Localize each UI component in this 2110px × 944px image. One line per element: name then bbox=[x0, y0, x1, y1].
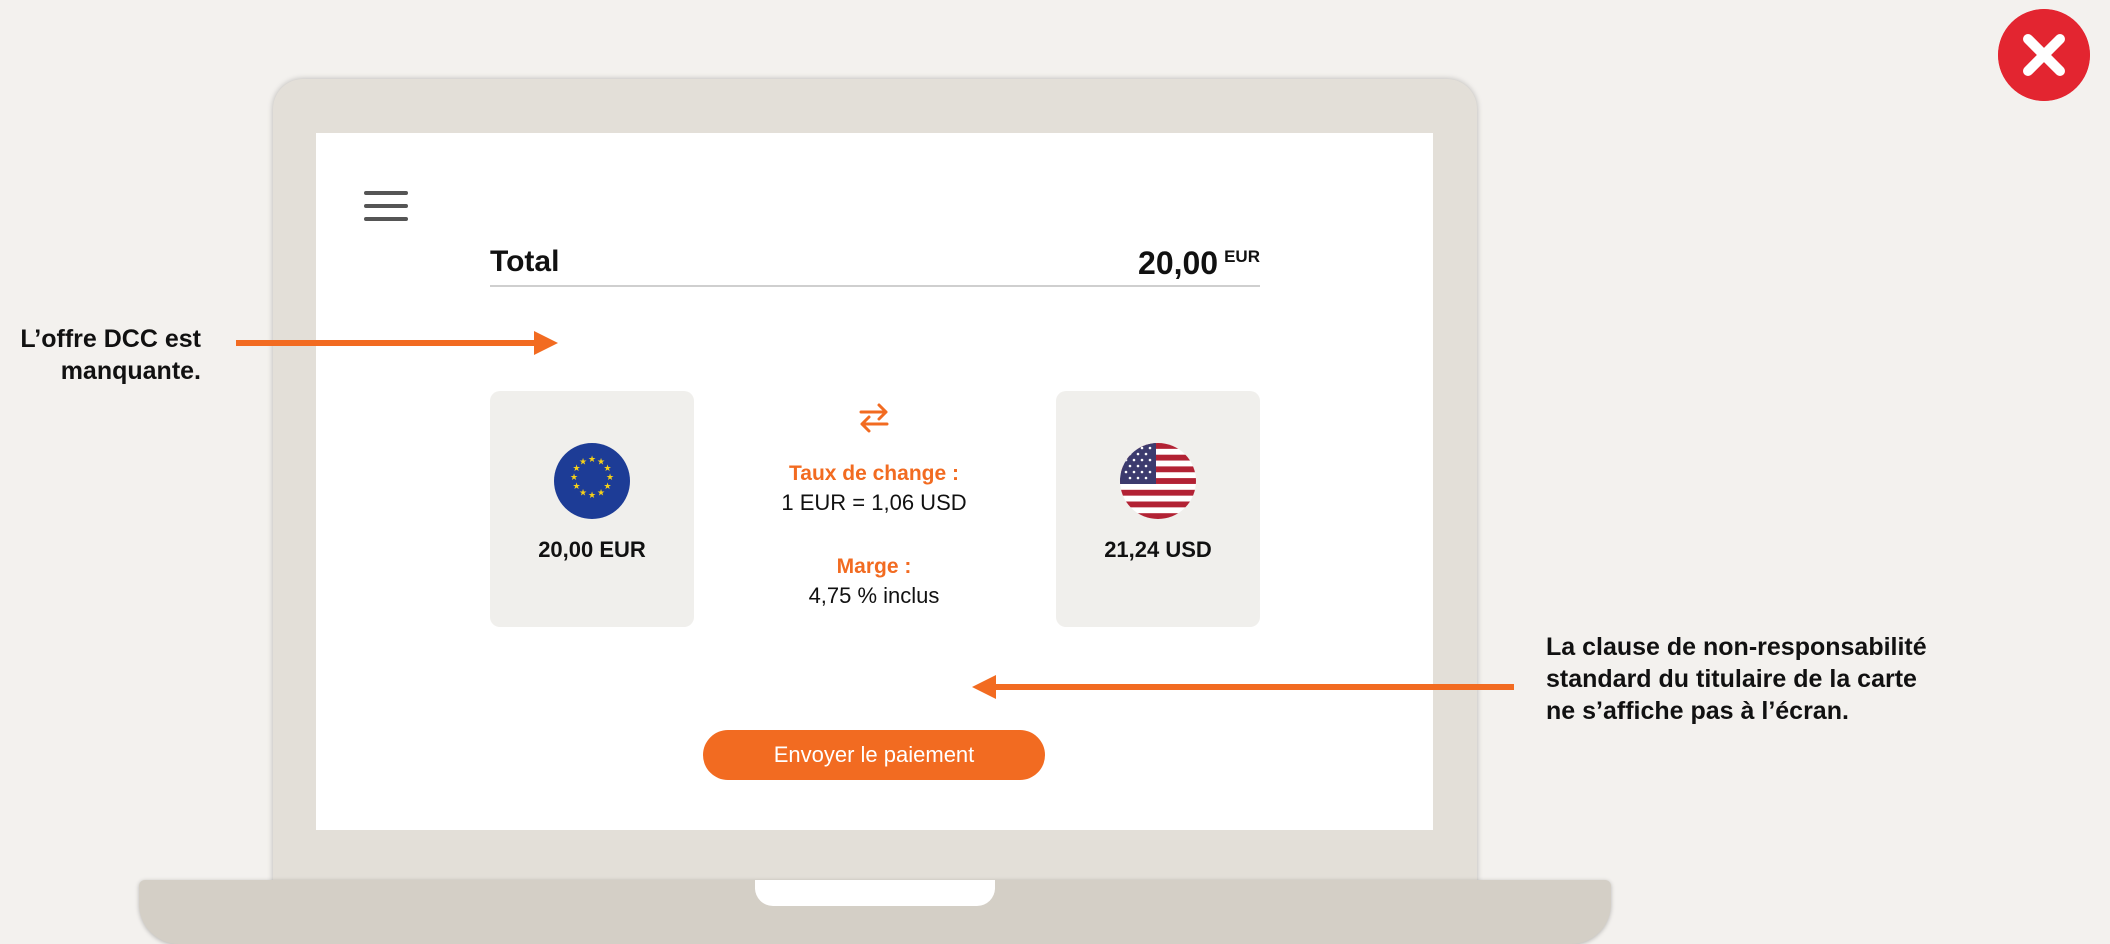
send-payment-button[interactable]: Envoyer le paiement bbox=[703, 730, 1045, 780]
target-amount: 21,24 USD bbox=[1104, 537, 1212, 562]
annotation-disclaimer-line1: La clause de non-responsabilité bbox=[1546, 633, 1927, 661]
annotation-disclaimer-missing: La clause de non-responsabilité standard… bbox=[1546, 631, 1966, 727]
total-amount: 20,00 EUR bbox=[1138, 245, 1260, 282]
laptop-notch bbox=[755, 880, 995, 906]
source-currency-card[interactable]: ★ ★ ★ ★ ★ ★ ★ ★ ★ ★ ★ ★ 20,00 EUR bbox=[490, 391, 694, 627]
hamburger-menu-icon[interactable] bbox=[364, 191, 408, 221]
svg-text:★: ★ bbox=[588, 455, 596, 465]
exchange-rate: Taux de change : 1 EUR = 1,06 USD bbox=[736, 459, 1012, 517]
svg-text:★: ★ bbox=[597, 489, 605, 499]
error-x-icon bbox=[1998, 9, 2090, 101]
total-currency: EUR bbox=[1224, 247, 1260, 266]
svg-text:★: ★ bbox=[570, 473, 578, 483]
annotation-disclaimer-line3: ne s’affiche pas à l’écran. bbox=[1546, 697, 1849, 725]
exchange-rate-label: Taux de change : bbox=[789, 462, 959, 485]
total-label: Total bbox=[490, 245, 560, 278]
us-flag-icon bbox=[1120, 443, 1196, 519]
annotation-arrow-right-icon bbox=[236, 331, 558, 355]
margin-value: 4,75 % inclus bbox=[808, 583, 940, 608]
eu-flag-icon: ★ ★ ★ ★ ★ ★ ★ ★ ★ ★ ★ ★ bbox=[554, 443, 630, 519]
total-amount-value: 20,00 bbox=[1138, 245, 1219, 281]
total-row: Total 20,00 EUR bbox=[490, 245, 1260, 287]
swap-arrows-icon bbox=[859, 403, 889, 433]
exchange-rate-value: 1 EUR = 1,06 USD bbox=[781, 490, 967, 515]
checkout-screen: Total 20,00 EUR ★ ★ ★ ★ ★ ★ ★ ★ ★ ★ ★ ★ 2… bbox=[316, 133, 1433, 830]
annotation-dcc-line1: L’offre DCC est bbox=[20, 325, 201, 353]
margin-info: Marge : 4,75 % inclus bbox=[736, 552, 1012, 610]
source-amount: 20,00 EUR bbox=[538, 537, 646, 562]
annotation-arrow-left-icon bbox=[972, 675, 1514, 699]
target-currency-card[interactable]: 21,24 USD bbox=[1056, 391, 1260, 627]
svg-text:★: ★ bbox=[579, 458, 587, 468]
svg-text:★: ★ bbox=[572, 482, 580, 492]
annotation-dcc-missing: L’offre DCC est manquante. bbox=[0, 323, 201, 387]
annotation-dcc-line2: manquante. bbox=[60, 357, 201, 385]
margin-label: Marge : bbox=[836, 555, 912, 578]
annotation-disclaimer-line2: standard du titulaire de la carte bbox=[1546, 665, 1917, 693]
svg-text:★: ★ bbox=[588, 491, 596, 501]
